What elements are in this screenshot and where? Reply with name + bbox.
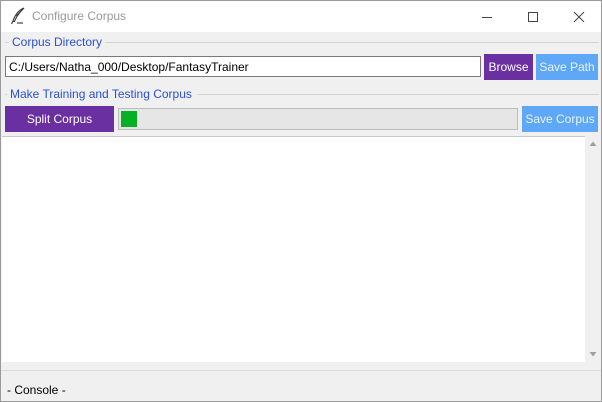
maximize-icon — [528, 11, 538, 22]
training-section-label: Make Training and Testing Corpus — [10, 87, 192, 101]
maximize-button[interactable] — [510, 1, 556, 32]
close-button[interactable] — [556, 1, 602, 32]
configure-corpus-window: Configure Corpus Corpus Directory Browse… — [0, 0, 602, 402]
quill-pen-icon — [9, 7, 27, 25]
section-divider — [5, 42, 9, 43]
console-label: - Console - — [7, 383, 66, 397]
corpus-directory-label: Corpus Directory — [12, 35, 103, 49]
section-divider — [197, 94, 599, 95]
minimize-icon — [482, 16, 492, 18]
split-progress-bar — [118, 108, 518, 130]
scroll-down-button[interactable] — [585, 346, 601, 362]
corpus-path-input[interactable] — [5, 56, 481, 77]
save-path-button[interactable]: Save Path — [536, 54, 598, 80]
console-scrollbar[interactable] — [585, 136, 601, 362]
section-divider — [105, 42, 599, 43]
minimize-button[interactable] — [464, 1, 510, 32]
browse-button[interactable]: Browse — [484, 54, 533, 80]
section-divider — [5, 94, 7, 95]
window-title: Configure Corpus — [32, 9, 127, 23]
scroll-up-icon — [589, 141, 597, 146]
scroll-down-icon — [589, 352, 597, 357]
console-divider — [1, 370, 601, 371]
split-corpus-button[interactable]: Split Corpus — [5, 106, 114, 132]
console-output[interactable] — [2, 136, 585, 362]
scroll-up-button[interactable] — [585, 136, 601, 152]
title-bar[interactable]: Configure Corpus — [1, 1, 601, 32]
save-corpus-button[interactable]: Save Corpus — [522, 106, 598, 132]
close-icon — [573, 11, 585, 22]
progress-fill — [121, 111, 137, 127]
